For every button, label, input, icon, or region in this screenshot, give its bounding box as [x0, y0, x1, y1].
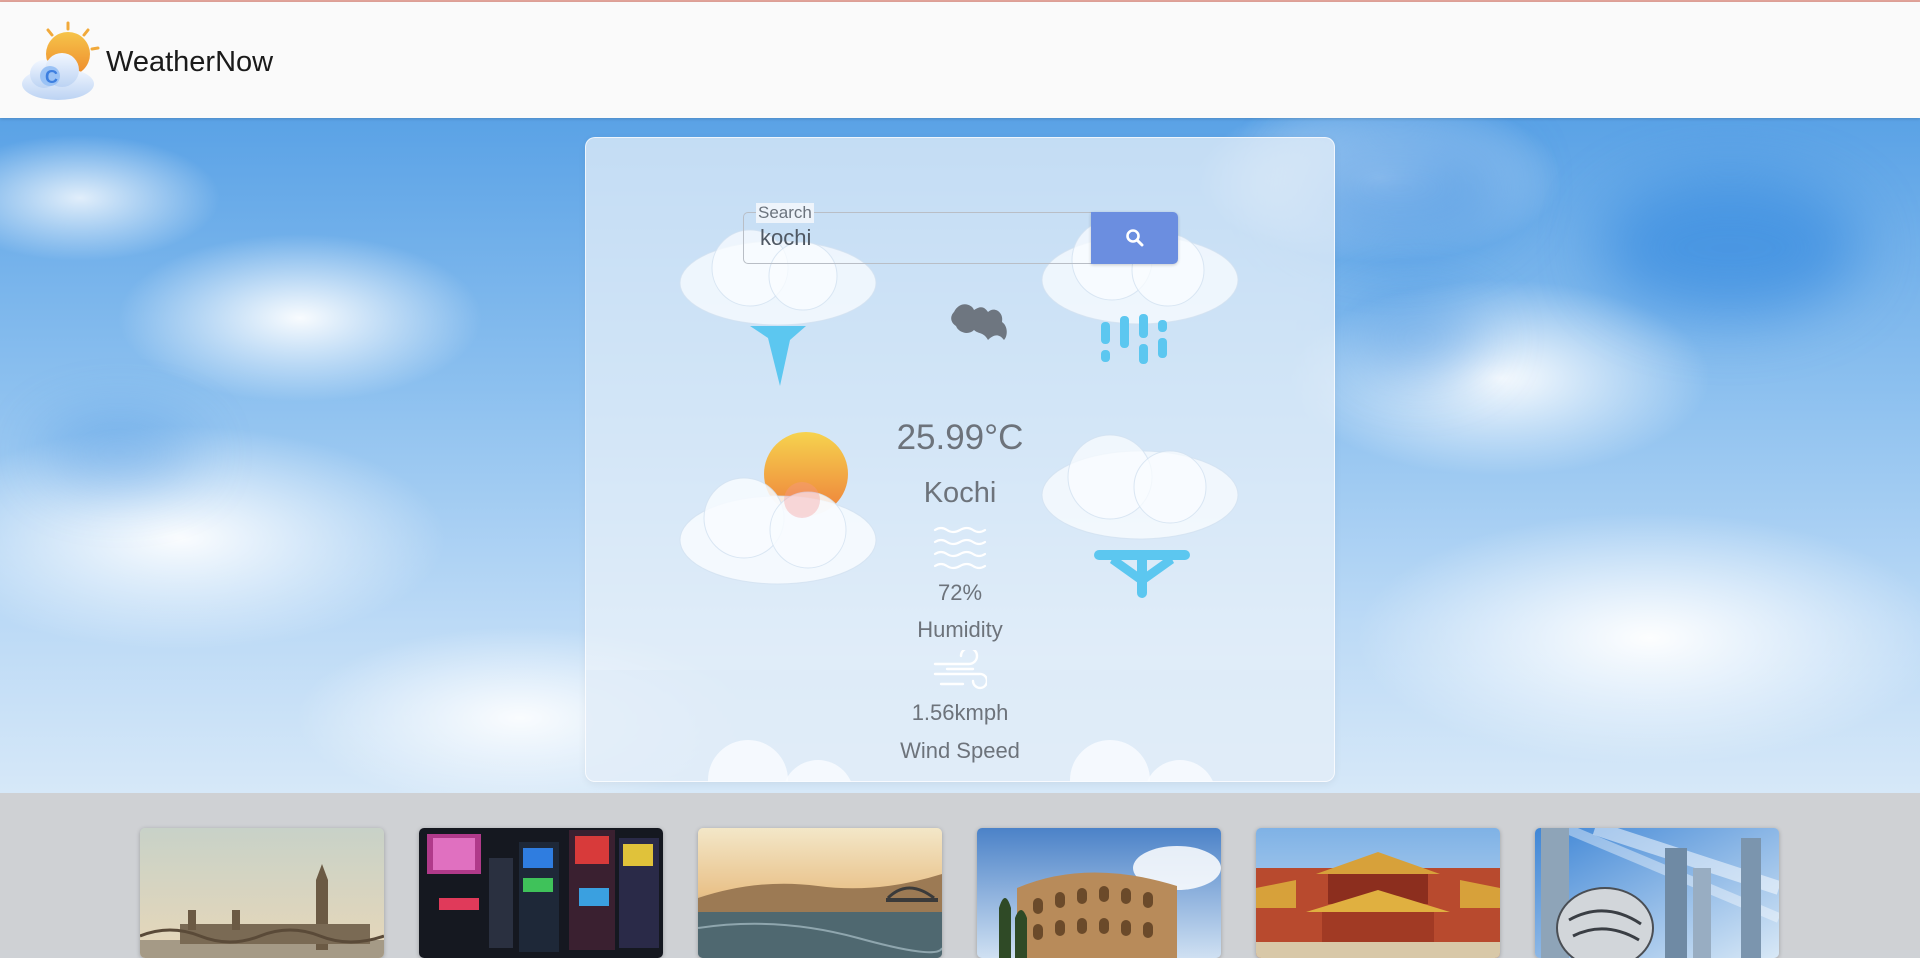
london-thumbnail[interactable] [140, 828, 384, 958]
dubai-thumbnail[interactable] [1535, 828, 1779, 958]
rome-colosseum-thumbnail[interactable] [977, 828, 1221, 958]
humidity-value: 72% [937, 580, 983, 605]
humidity-waves-icon [933, 526, 987, 570]
beijing-forbidden-city-thumbnail[interactable] [1256, 828, 1500, 958]
humidity-label: Humidity [917, 617, 1003, 642]
wind-speed-label: Wind Speed [900, 738, 1020, 763]
wind-speed-value: 1.56kmph [911, 700, 1009, 725]
svg-text:C: C [45, 67, 58, 87]
city-name: Kochi [923, 477, 997, 509]
search-input[interactable] [760, 225, 1080, 251]
porto-thumbnail[interactable] [698, 828, 942, 958]
temperature-value: 25.99°C [896, 418, 1024, 457]
search-bar: Search [743, 203, 1178, 264]
app-brand-name[interactable]: WeatherNow [106, 46, 273, 79]
app-header: C WeatherNow [0, 2, 1920, 118]
bat-icon [951, 304, 1007, 340]
search-label: Search [756, 203, 814, 223]
sun-cloud-logo-icon[interactable]: C [18, 20, 102, 100]
search-button[interactable] [1091, 212, 1178, 264]
wind-icon [933, 650, 987, 690]
search-icon [1125, 229, 1143, 247]
search-field[interactable]: Search [743, 203, 1093, 264]
tokyo-thumbnail[interactable] [419, 828, 663, 958]
